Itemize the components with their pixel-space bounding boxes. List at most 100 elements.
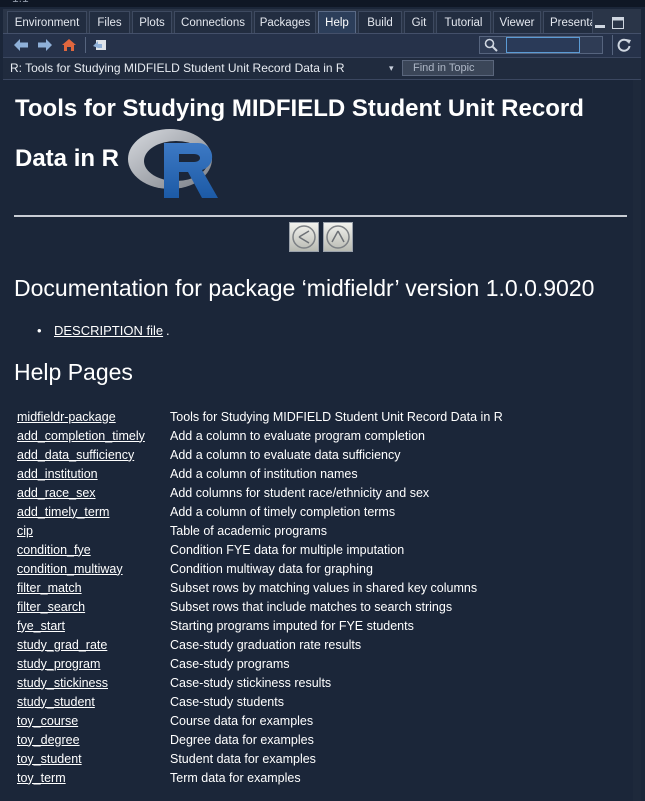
help-topic-cell: study_student: [17, 692, 170, 711]
help-topic-cell: condition_fye: [17, 540, 170, 559]
help-topic-description: Condition multiway data for graphing: [170, 561, 373, 576]
help-topic-link[interactable]: toy_degree: [17, 733, 80, 747]
help-topic-cell: add_institution: [17, 464, 170, 483]
help-topic-cell: toy_term: [17, 768, 170, 787]
help-topic-cell: study_program: [17, 654, 170, 673]
help-topic-cell: add_completion_timely: [17, 426, 170, 445]
minimize-icon[interactable]: [594, 16, 606, 28]
help-topic-description: Starting programs imputed for FYE studen…: [170, 618, 414, 633]
tab-build[interactable]: Build: [358, 11, 402, 33]
help-topic-description: Table of academic programs: [170, 523, 328, 538]
search-input[interactable]: [506, 37, 580, 53]
table-row: toy_course Course data for examples: [17, 711, 503, 730]
help-topic-description: Case-study graduation rate results: [170, 637, 362, 652]
documentation-heading: Documentation for package ‘midfieldr’ ve…: [14, 275, 595, 301]
tab-presentation[interactable]: Presentation: [543, 11, 593, 33]
table-row: cip Table of academic programs: [17, 521, 503, 540]
help-topic-link[interactable]: filter_match: [17, 581, 82, 595]
help-topic-cell: condition_multiway: [17, 559, 170, 578]
table-row: add_race_sex Add columns for student race…: [17, 483, 503, 502]
help-topic-link[interactable]: fye_start: [17, 619, 65, 633]
help-topic-description: Add a column to evaluate program complet…: [170, 428, 426, 443]
help-topic-description: Student data for examples: [170, 751, 316, 766]
help-topic-link[interactable]: study_stickiness: [17, 676, 108, 690]
help-topic-description: Course data for examples: [170, 713, 314, 728]
scrollbar[interactable]: [633, 80, 641, 801]
table-row: study_grad_rate Case-study graduation rat…: [17, 635, 503, 654]
description-file-link[interactable]: DESCRIPTION file: [54, 323, 163, 338]
help-topic-link[interactable]: add_completion_timely: [17, 429, 145, 443]
help-topic-cell: study_stickiness: [17, 673, 170, 692]
up-arrow-icon[interactable]: [323, 222, 353, 252]
help-topic-cell: add_data_sufficiency: [17, 445, 170, 464]
help-topic-link[interactable]: add_institution: [17, 467, 98, 481]
tab-help[interactable]: Help: [318, 11, 356, 33]
find-in-topic-input[interactable]: Find in Topic: [402, 60, 494, 76]
help-topic-description: Add a column to evaluate data sufficienc…: [170, 447, 401, 462]
table-row: filter_search Subset rows that include ma…: [17, 597, 503, 616]
help-topic-link[interactable]: condition_fye: [17, 543, 91, 557]
table-row: study_program Case-study programs: [17, 654, 503, 673]
toolbar-divider: [85, 37, 86, 53]
help-topic-link[interactable]: toy_student: [17, 752, 82, 766]
refresh-icon[interactable]: [616, 38, 632, 52]
help-pages-heading: Help Pages: [14, 359, 133, 385]
forward-arrow-icon[interactable]: [37, 38, 53, 52]
tab-environment[interactable]: Environment: [7, 11, 87, 33]
open-in-window-icon[interactable]: [92, 38, 108, 52]
help-topic-description: Add columns for student race/ethnicity a…: [170, 485, 430, 500]
help-topic-description: Term data for examples: [170, 770, 301, 785]
help-topic-link[interactable]: add_timely_term: [17, 505, 109, 519]
table-row: add_institution Add a column of instituti…: [17, 464, 503, 483]
help-pages-table: midfieldr-package Tools for Studying MIDF…: [17, 407, 503, 787]
toolbar-divider: [612, 35, 613, 55]
chevron-down-icon[interactable]: ▾: [389, 63, 394, 74]
page-title-line1: Tools for Studying MIDFIELD Student Unit…: [15, 95, 584, 122]
help-content: Tools for Studying MIDFIELD Student Unit…: [3, 80, 633, 801]
help-topic-cell: fye_start: [17, 616, 170, 635]
help-topic-link[interactable]: cip: [17, 524, 33, 538]
tab-files[interactable]: Files: [89, 11, 130, 33]
help-topic-link[interactable]: add_race_sex: [17, 486, 96, 500]
topic-title[interactable]: R: Tools for Studying MIDFIELD Student U…: [10, 61, 345, 75]
table-row: study_student Case-study students: [17, 692, 503, 711]
table-row: add_data_sufficiency Add a column to eval…: [17, 445, 503, 464]
tab-plots[interactable]: Plots: [132, 11, 172, 33]
horizontal-rule: [14, 215, 627, 217]
help-topic-link[interactable]: study_grad_rate: [17, 638, 107, 652]
help-toolbar: [3, 34, 641, 58]
help-topic-description: Case-study students: [170, 694, 284, 709]
help-topic-link[interactable]: toy_term: [17, 771, 66, 785]
help-topic-link[interactable]: filter_search: [17, 600, 85, 614]
help-topic-link[interactable]: study_student: [17, 695, 95, 709]
help-topic-description: Degree data for examples: [170, 732, 314, 747]
tab-git[interactable]: Git: [404, 11, 434, 33]
left-arrow-icon[interactable]: [289, 222, 319, 252]
topic-bar: R: Tools for Studying MIDFIELD Student U…: [3, 58, 641, 80]
help-topic-link[interactable]: midfieldr-package: [17, 410, 116, 424]
help-topic-cell: toy_course: [17, 711, 170, 730]
help-topic-cell: add_timely_term: [17, 502, 170, 521]
help-topic-link[interactable]: add_data_sufficiency: [17, 448, 134, 462]
back-arrow-icon[interactable]: [13, 38, 29, 52]
page-title-line2: Data in R: [15, 145, 120, 172]
help-topic-description: Condition FYE data for multiple imputati…: [170, 542, 405, 557]
table-row: toy_term Term data for examples: [17, 768, 503, 787]
search-icon: [484, 38, 498, 52]
bullet: •: [37, 323, 42, 338]
help-topic-description: Subset rows that include matches to sear…: [170, 599, 453, 614]
help-topic-description: Case-study programs: [170, 656, 290, 671]
help-topic-link[interactable]: toy_course: [17, 714, 78, 728]
help-topic-link[interactable]: study_program: [17, 657, 100, 671]
tab-connections[interactable]: Connections: [174, 11, 252, 33]
tab-tutorial[interactable]: Tutorial: [436, 11, 491, 33]
table-row: condition_fye Condition FYE data for mult…: [17, 540, 503, 559]
help-topic-cell: add_race_sex: [17, 483, 170, 502]
home-icon[interactable]: [61, 38, 77, 52]
help-topic-description: Add a column of institution names: [170, 466, 358, 481]
help-topic-link[interactable]: condition_multiway: [17, 562, 123, 576]
maximize-icon[interactable]: [612, 16, 624, 29]
tab-viewer[interactable]: Viewer: [493, 11, 541, 33]
tab-packages[interactable]: Packages: [254, 11, 316, 33]
table-row: add_completion_timely Add a column to eva…: [17, 426, 503, 445]
